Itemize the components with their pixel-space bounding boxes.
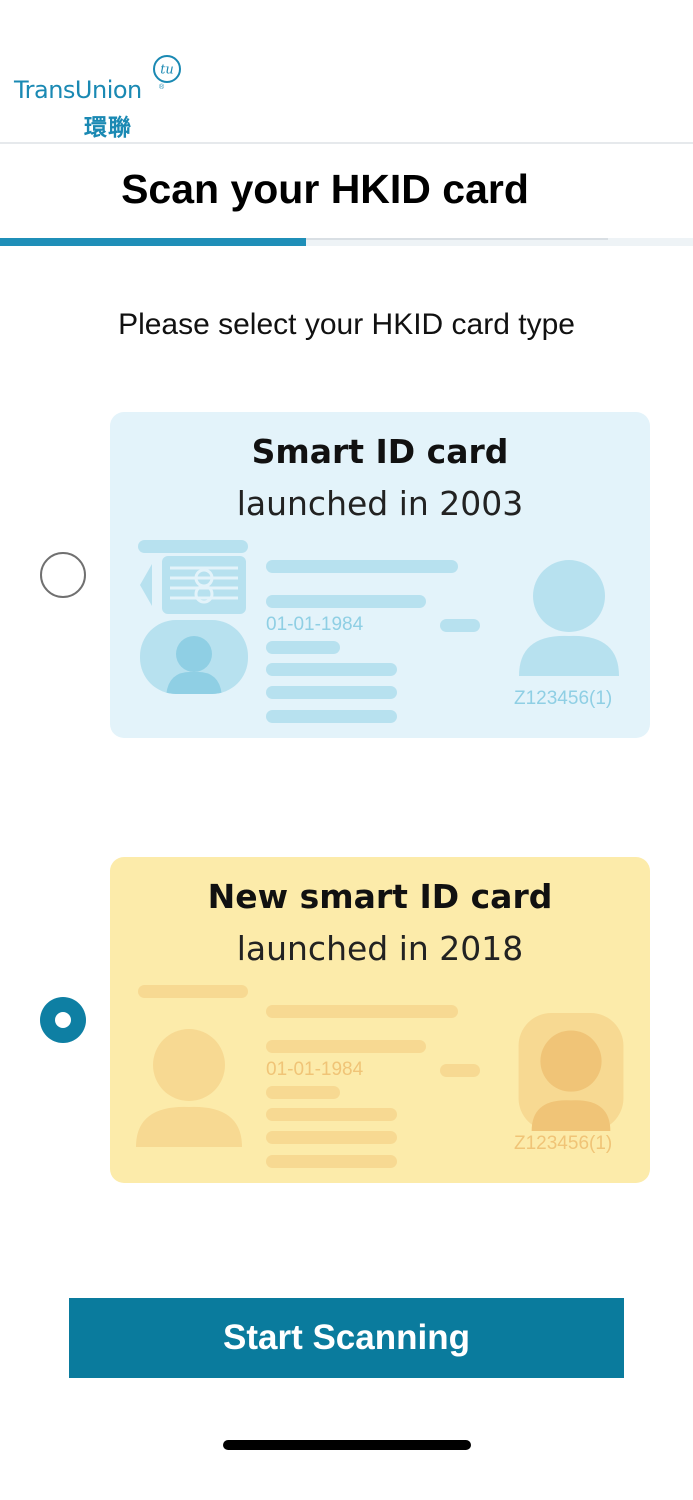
placeholder-bar (266, 663, 397, 676)
radio-smart-id-2003[interactable] (40, 552, 86, 598)
card-title: New smart ID card (207, 877, 553, 916)
sample-id-number: Z123456(1) (514, 688, 613, 709)
person-icon (166, 636, 222, 694)
card-option-2003[interactable]: Smart ID card launched in 2003 01-01-198… (110, 412, 650, 738)
card-subtitle: launched in 2003 (236, 484, 524, 523)
placeholder-bar (266, 1155, 397, 1168)
sample-date: 01-01-1984 (266, 1059, 364, 1080)
portrait-person-icon (518, 1013, 624, 1131)
placeholder-bar (266, 560, 458, 573)
placeholder-bar (266, 1131, 397, 1144)
placeholder-bar (266, 1108, 397, 1121)
card-subtitle: launched in 2018 (236, 929, 524, 968)
placeholder-bar (266, 710, 397, 723)
placeholder-bar (440, 619, 480, 632)
logo-chinese-text: 環聯 (84, 115, 132, 141)
tu-badge-icon: tu (153, 55, 181, 83)
placeholder-bar (266, 1086, 340, 1099)
card-title: Smart ID card (251, 432, 509, 471)
status-bar (0, 0, 693, 46)
home-indicator (223, 1440, 471, 1450)
logo-text: TransUnion (14, 76, 142, 104)
sample-date: 01-01-1984 (266, 614, 364, 635)
placeholder-bar (266, 1040, 426, 1053)
card-option-2018[interactable]: New smart ID card launched in 2018 01-01… (110, 857, 650, 1183)
placeholder-bar (266, 595, 426, 608)
transunion-logo: TransUnion ® tu 環聯 (14, 54, 194, 141)
placeholder-bar (266, 641, 340, 654)
app-header: TransUnion ® tu 環聯 (0, 46, 693, 144)
person-icon (136, 1029, 242, 1147)
placeholder-bar (138, 985, 248, 998)
start-scanning-button[interactable]: Start Scanning (69, 1298, 624, 1378)
instruction-text: Please select your HKID card type (118, 308, 575, 341)
portrait-person-icon (519, 560, 619, 676)
chip-icon (140, 556, 246, 614)
progress-fill (0, 238, 306, 246)
small-photo-placeholder (140, 620, 248, 694)
placeholder-bar (266, 686, 397, 699)
placeholder-bar (440, 1064, 480, 1077)
placeholder-bar (266, 1005, 458, 1018)
page-title: Scan your HKID card (121, 166, 529, 212)
radio-new-smart-id-2018[interactable] (40, 997, 86, 1043)
logo-badge-text: tu (160, 63, 174, 78)
sample-id-number: Z123456(1) (514, 1133, 613, 1154)
placeholder-bar (138, 540, 248, 553)
logo-registered-mark: ® (159, 84, 165, 91)
